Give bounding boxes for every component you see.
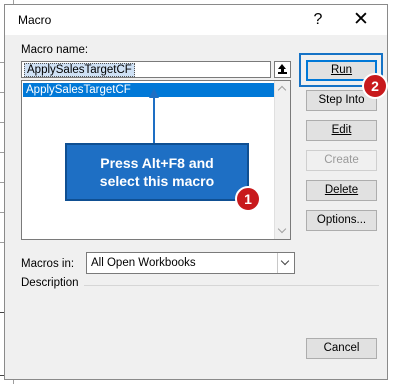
- step-badge-2: 2: [362, 73, 388, 99]
- help-button[interactable]: ?: [307, 10, 329, 30]
- delete-button-label: Delete: [324, 184, 359, 196]
- annotation-arrow-line: [153, 97, 155, 143]
- edit-button[interactable]: Edit: [306, 120, 377, 141]
- run-button-label: Run: [330, 64, 353, 76]
- close-button[interactable]: ✕: [350, 10, 372, 30]
- step-badge-1: 1: [235, 186, 261, 212]
- title-bar: Macro ? ✕: [5, 5, 387, 35]
- macro-name-input[interactable]: ApplySalesTargetCF: [21, 61, 271, 78]
- macro-list-scrollbar[interactable]: [274, 81, 290, 239]
- options-button[interactable]: Options...: [306, 210, 377, 231]
- step-into-button-label: Step Into: [318, 94, 365, 106]
- dialog-title: Macro: [18, 13, 52, 27]
- create-button-label: Create: [324, 154, 359, 166]
- upload-bar-icon: [278, 72, 287, 74]
- macro-name-label: Macro name:: [21, 44, 89, 56]
- description-label: Description: [21, 277, 79, 289]
- collapse-dialog-button[interactable]: [274, 61, 291, 78]
- callout-line-2: select this macro: [99, 173, 215, 189]
- dropdown-button[interactable]: [277, 253, 294, 273]
- cancel-button-label: Cancel: [323, 342, 360, 354]
- callout-line-1: Press Alt+F8 and: [100, 155, 214, 171]
- macros-in-label: Macros in:: [21, 258, 75, 270]
- description-divider: [84, 285, 379, 286]
- scroll-up-icon[interactable]: [277, 85, 287, 95]
- options-button-label: Options...: [316, 214, 367, 226]
- macro-name-value: ApplySalesTargetCF: [24, 63, 135, 77]
- scroll-down-icon[interactable]: [277, 224, 287, 234]
- macros-in-value: All Open Workbooks: [91, 257, 196, 269]
- annotation-callout: Press Alt+F8 and select this macro: [65, 143, 249, 201]
- macros-in-select[interactable]: All Open Workbooks: [86, 252, 295, 274]
- create-button[interactable]: Create: [306, 150, 377, 171]
- delete-button[interactable]: Delete: [306, 180, 377, 201]
- edit-button-label: Edit: [331, 124, 352, 136]
- chevron-down-icon: [280, 256, 290, 266]
- cancel-button[interactable]: Cancel: [306, 338, 377, 359]
